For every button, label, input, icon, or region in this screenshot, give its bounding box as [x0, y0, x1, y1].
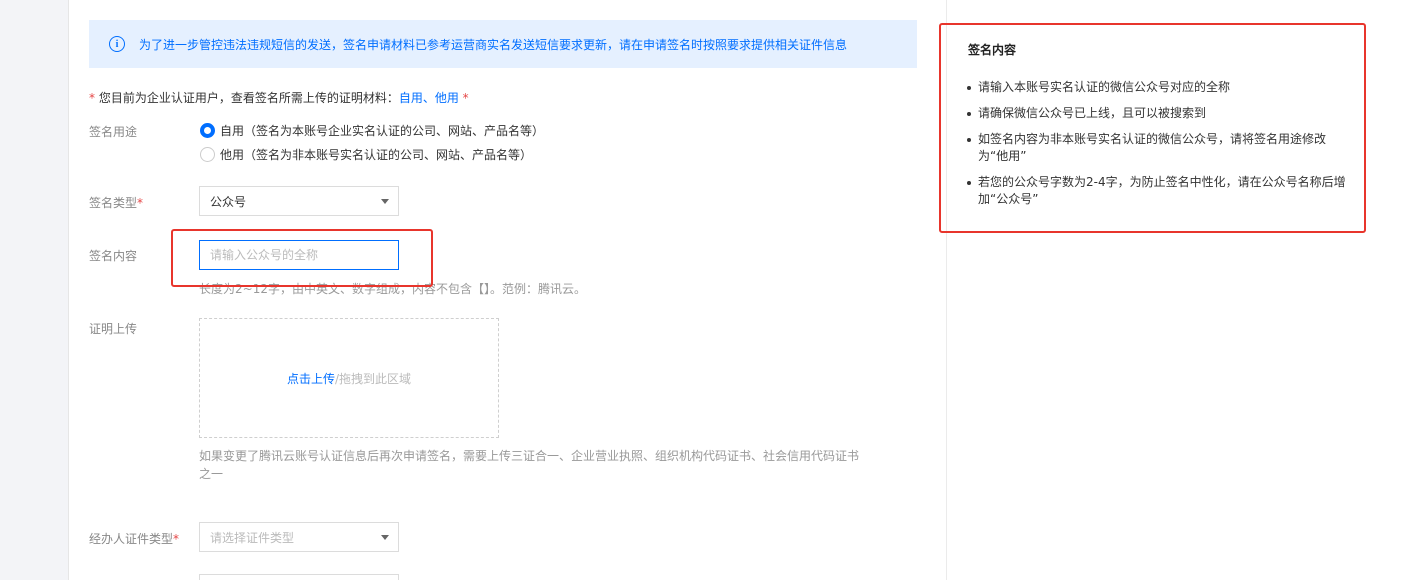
proof-hint: 如果变更了腾讯云账号认证信息后再次申请签名，需要上传三证合一、企业营业执照、组织… — [199, 449, 860, 481]
agent-id-type-placeholder: 请选择证件类型 — [210, 530, 295, 545]
info-banner: i 为了进一步管控违法违规短信的发送，签名申请材料已参考运营商实名发送短信要求更… — [89, 20, 917, 68]
agent-id-type-label: 经办人证件类型* — [89, 530, 179, 547]
material-notice: * 您目前为企业认证用户，查看签名所需上传的证明材料：自用、他用 * — [89, 89, 469, 106]
tip-item: 若您的公众号字数为2-4字，为防止签名中性化，请在公众号名称后增加“公众号” — [966, 174, 1346, 208]
tips-title: 签名内容 — [968, 43, 1017, 57]
upload-link[interactable]: 点击上传 — [287, 370, 335, 387]
type-required: * — [137, 196, 144, 210]
tip-item: 如签名内容为非本账号实名认证的微信公众号，请将签名用途修改为“他用” — [966, 131, 1346, 165]
radio-other-use[interactable]: 他用（签名为非本账号实名认证的公司、网站、产品名等） — [200, 146, 532, 163]
agent-id-type-select[interactable]: 请选择证件类型 — [199, 522, 399, 552]
signature-content-input[interactable] — [199, 240, 399, 270]
next-field-select[interactable] — [199, 574, 399, 580]
info-icon: i — [109, 36, 125, 52]
radio-other-use-label[interactable]: 他用（签名为非本账号实名认证的公司、网站、产品名等） — [220, 146, 532, 163]
radio-checked-icon[interactable] — [200, 123, 215, 138]
radio-self-use[interactable]: 自用（签名为本账号企业实名认证的公司、网站、产品名等） — [200, 122, 544, 139]
content-label: 签名内容 — [89, 249, 138, 263]
material-link[interactable]: 自用、他用 — [399, 91, 459, 105]
type-label: 签名类型* — [89, 194, 143, 211]
radio-unchecked-icon[interactable] — [200, 147, 215, 162]
required-asterisk-end: * — [458, 91, 469, 105]
usage-label: 签名用途 — [89, 125, 138, 139]
upload-dropzone[interactable]: 点击上传/拖拽到此区域 — [199, 318, 499, 438]
radio-self-use-label[interactable]: 自用（签名为本账号企业实名认证的公司、网站、产品名等） — [220, 122, 544, 139]
chevron-down-icon — [381, 199, 389, 204]
notice-text: 您目前为企业认证用户，查看签名所需上传的证明材料： — [95, 91, 399, 105]
proof-label: 证明上传 — [89, 322, 138, 336]
agent-id-type-label-text: 经办人证件类型 — [89, 532, 174, 546]
tip-item: 请确保微信公众号已上线，且可以被搜索到 — [966, 105, 1346, 122]
panel-divider — [946, 0, 947, 580]
type-select[interactable]: 公众号 — [199, 186, 399, 216]
banner-text: 为了进一步管控违法违规短信的发送，签名申请材料已参考运营商实名发送短信要求更新，… — [139, 37, 848, 52]
type-select-value: 公众号 — [210, 194, 247, 209]
left-gutter — [0, 0, 68, 580]
agent-id-type-required: * — [173, 532, 180, 546]
upload-drag-text: /拖拽到此区域 — [334, 371, 412, 386]
chevron-down-icon — [381, 535, 389, 540]
type-label-text: 签名类型 — [89, 196, 138, 210]
tips-list: 请输入本账号实名认证的微信公众号对应的全称 请确保微信公众号已上线，且可以被搜索… — [966, 79, 1346, 217]
content-hint: 长度为2~12字，由中英文、数字组成，内容不包含【】。范例：腾讯云。 — [199, 282, 586, 296]
tip-item: 请输入本账号实名认证的微信公众号对应的全称 — [966, 79, 1346, 96]
